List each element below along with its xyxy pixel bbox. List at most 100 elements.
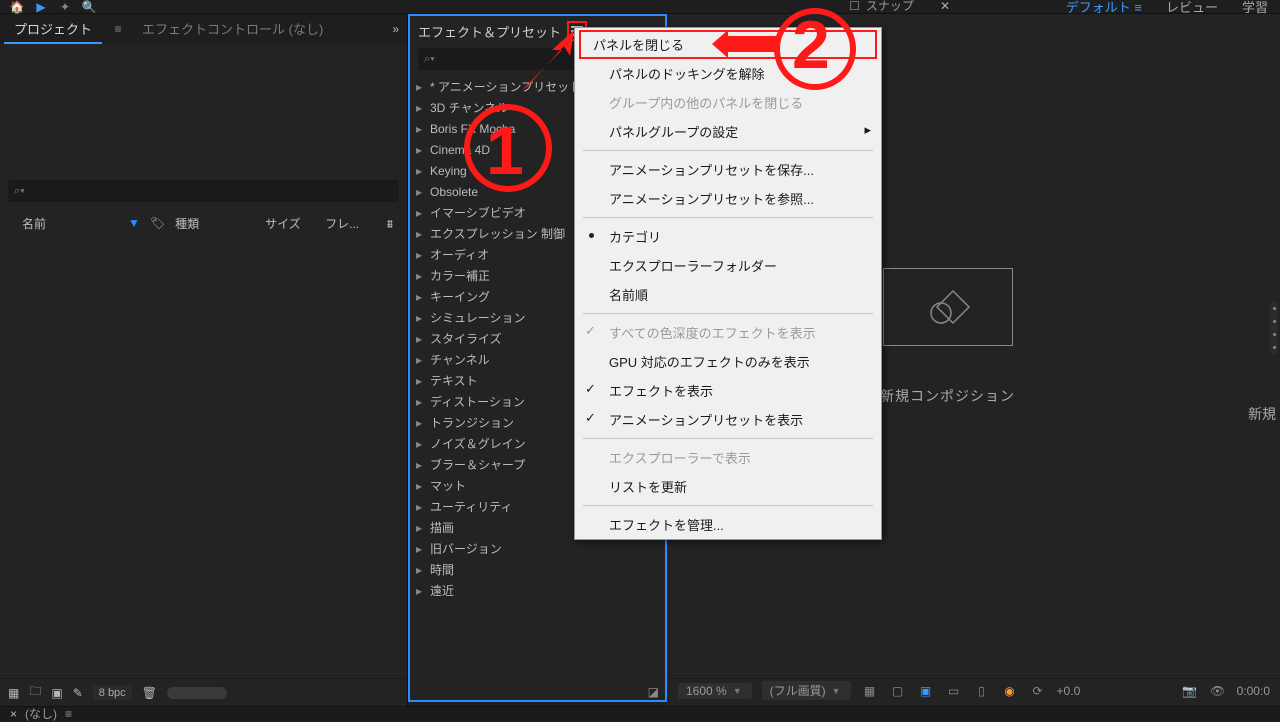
twirl-icon: ▸ — [416, 500, 426, 514]
project-panel-tabs: プロジェクト ≡ エフェクトコントロール (なし) » — [0, 14, 407, 44]
tab-project[interactable]: プロジェクト — [4, 15, 102, 44]
menu-explorer-folder[interactable]: エクスプローラーフォルダー — [575, 251, 881, 280]
comp-placeholder-icon — [923, 287, 973, 327]
menu-name-order[interactable]: 名前順 — [575, 280, 881, 309]
tool-x-icon[interactable]: ✕ — [940, 0, 950, 13]
interpret-icon[interactable]: ▦ — [8, 686, 19, 700]
tree-item-label: トランジション — [430, 414, 514, 431]
snap-label: スナップ — [866, 0, 914, 14]
twirl-icon: ▸ — [416, 311, 426, 325]
tree-item-label: イマーシブビデオ — [430, 204, 526, 221]
col-size[interactable]: サイズ — [265, 215, 315, 232]
zoom-value: 1600 % — [686, 684, 727, 698]
twirl-icon: ▸ — [416, 290, 426, 304]
tree-item-label: オーディオ — [430, 246, 489, 263]
tree-item[interactable]: ▸時間 — [416, 559, 659, 580]
menu-browse-preset[interactable]: アニメーションプリセットを参照... — [575, 184, 881, 213]
snap-checkbox[interactable]: ☐ — [849, 0, 860, 13]
safe-icon[interactable]: ▯ — [973, 683, 991, 699]
menu-group-settings[interactable]: パネルグループの設定 ▸ — [575, 117, 881, 146]
twirl-icon: ▸ — [416, 395, 426, 409]
check-icon: ✓ — [585, 410, 596, 426]
mask-icon[interactable]: ▢ — [889, 683, 907, 699]
col-type[interactable]: 種類 — [175, 215, 255, 232]
tree-item-label: カラー補正 — [430, 267, 490, 284]
footer-slider[interactable] — [167, 687, 227, 699]
tree-item-label: キーイング — [430, 288, 490, 305]
flag-icon[interactable]: ▶ — [32, 0, 50, 14]
region-icon[interactable]: ▣ — [917, 683, 935, 699]
tree-item-label: 描画 — [430, 519, 454, 536]
workspace-default[interactable]: デフォルト ≡ — [1066, 0, 1142, 16]
new-bin-icon[interactable]: ◪ — [648, 685, 659, 699]
tree-item-label: Cinema 4D — [430, 143, 490, 157]
twirl-icon: ▸ — [416, 437, 426, 451]
tab-effect-controls[interactable]: エフェクトコントロール (なし) — [132, 15, 333, 44]
new-comp-placeholder[interactable]: 新規コンポジション — [880, 268, 1015, 406]
col-tag-icon[interactable]: 🏷 — [150, 216, 165, 230]
panel-overflow-icon[interactable]: » — [392, 22, 399, 36]
project-tab-menu-icon[interactable]: ≡ — [110, 21, 126, 37]
tree-item[interactable]: ▸旧バージョン — [416, 538, 659, 559]
tree-item-label: テキスト — [430, 372, 478, 389]
new-comp-label: 新規コンポジション — [880, 386, 1015, 406]
tree-item[interactable]: ▸遠近 — [416, 580, 659, 601]
menu-undock-panel[interactable]: パネルのドッキングを解除 — [575, 59, 881, 88]
menu-category-label: カテゴリ — [609, 230, 661, 245]
submenu-arrow-icon: ▸ — [864, 122, 871, 138]
twirl-icon: ▸ — [416, 479, 426, 493]
transparency-icon[interactable]: ▦ — [861, 683, 879, 699]
close-tab-icon[interactable]: × — [10, 707, 17, 721]
tree-item-label: 遠近 — [430, 582, 454, 599]
timeline-tab-none[interactable]: (なし) — [25, 705, 57, 722]
show-snapshot-icon[interactable]: 👁 — [1209, 683, 1227, 699]
channel-icon[interactable]: ◉ — [1001, 683, 1019, 699]
tree-item-label: 3D チャンネル — [430, 99, 508, 116]
bpc-button[interactable]: 8 bpc — [93, 686, 132, 700]
menu-category[interactable]: カテゴリ — [575, 222, 881, 251]
workspace-review[interactable]: レビュー — [1166, 0, 1218, 16]
tree-item-label: ブラー＆シャープ — [430, 456, 525, 473]
timeline-tab-menu-icon[interactable]: ≡ — [65, 707, 72, 721]
resolution-dropdown[interactable]: (フル画質)▼ — [762, 681, 851, 700]
zoom-icon[interactable]: 🔍 — [80, 0, 98, 14]
trash-icon[interactable]: 🗑 — [142, 686, 157, 700]
viewer-footer: 1600 %▼ (フル画質)▼ ▦ ▢ ▣ ▭ ▯ ◉ ⟳ +0.0 📷 👁 0… — [668, 678, 1280, 702]
twirl-icon: ▸ — [416, 269, 426, 283]
menu-manage[interactable]: エフェクトを管理... — [575, 510, 881, 539]
col-more[interactable]: フレ... — [325, 215, 359, 232]
sort-arrow-icon[interactable]: ▼ — [128, 216, 140, 230]
new-something-label[interactable]: 新規 — [1248, 404, 1276, 424]
guides-icon[interactable]: ▭ — [945, 683, 963, 699]
twirl-icon: ▸ — [416, 122, 426, 136]
snapshot-icon[interactable]: 📷 — [1181, 683, 1199, 699]
menu-show-presets[interactable]: ✓アニメーションプリセットを表示 — [575, 405, 881, 434]
reset-exposure-icon[interactable]: ⟳ — [1029, 683, 1047, 699]
current-time[interactable]: 0:00:0 — [1237, 684, 1270, 698]
menu-close-panel[interactable]: パネルを閉じる — [579, 30, 877, 59]
zoom-dropdown[interactable]: 1600 %▼ — [678, 683, 752, 699]
tree-item-label: チャンネル — [430, 351, 490, 368]
menu-show-effects[interactable]: ✓エフェクトを表示 — [575, 376, 881, 405]
viewer-handle[interactable] — [1270, 302, 1278, 354]
flowchart-icon[interactable]: ⩩ — [387, 217, 393, 232]
project-search[interactable]: ⌕▾ — [8, 180, 399, 202]
menu-gpu-only[interactable]: GPU 対応のエフェクトのみを表示 — [575, 347, 881, 376]
tree-item-label: * アニメーションプリセット — [430, 78, 581, 95]
select-tool-icon[interactable]: ✦ — [56, 0, 74, 14]
project-columns: 名前 ▼ 🏷 種類 サイズ フレ... ⩩ — [8, 212, 399, 234]
adjust-icon[interactable]: ✎ — [73, 686, 83, 700]
effects-panel-title[interactable]: エフェクト＆プリセット — [418, 22, 561, 41]
workspace-learn[interactable]: 学習 — [1242, 0, 1268, 16]
new-comp-icon[interactable]: ▣ — [51, 686, 62, 700]
col-name[interactable]: 名前 — [8, 215, 118, 232]
menu-refresh[interactable]: リストを更新 — [575, 472, 881, 501]
home-icon[interactable]: 🏠 — [8, 0, 26, 14]
menu-close-others: グループ内の他のパネルを閉じる — [575, 88, 881, 117]
exposure-value[interactable]: +0.0 — [1057, 684, 1081, 698]
new-folder-icon[interactable]: 🗀 — [29, 682, 41, 703]
tree-item-label: マット — [430, 477, 466, 494]
menu-save-preset[interactable]: アニメーションプリセットを保存... — [575, 155, 881, 184]
menu-all-depth-label: すべての色深度のエフェクトを表示 — [609, 326, 816, 341]
res-value: (フル画質) — [770, 682, 826, 699]
